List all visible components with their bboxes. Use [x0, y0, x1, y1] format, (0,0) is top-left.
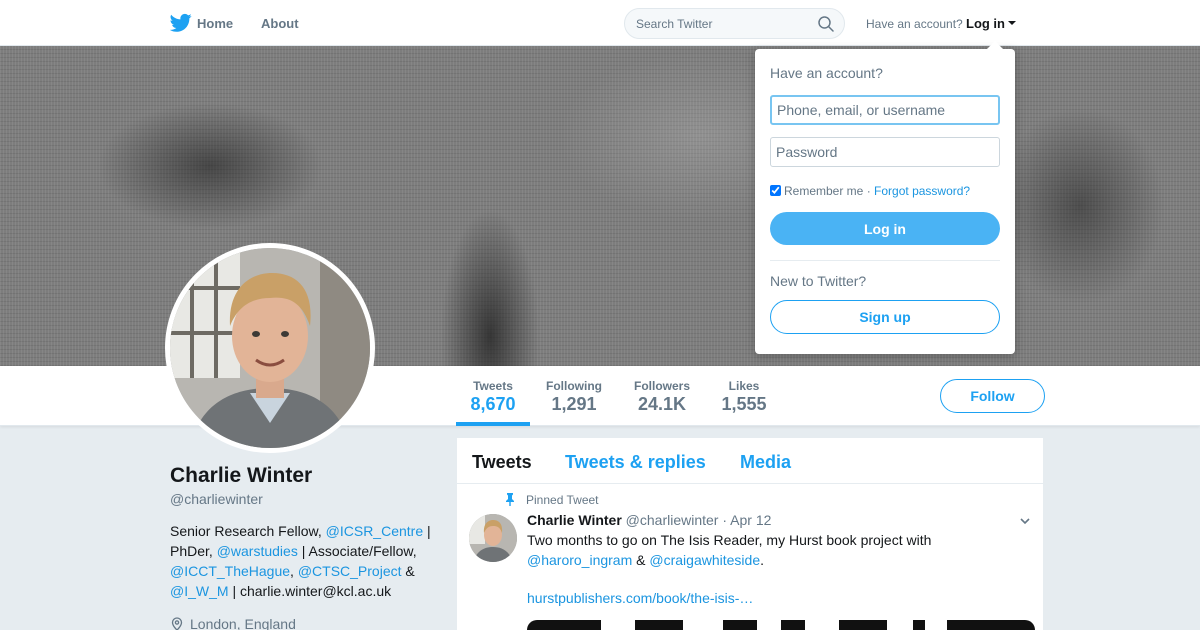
nav-about-link[interactable]: About — [261, 16, 299, 31]
bio-mention-link[interactable]: @warstudies — [217, 543, 298, 559]
tweet-date[interactable]: Apr 12 — [730, 512, 771, 528]
profile-location: London, England — [170, 616, 296, 630]
tweet-text-part: . — [760, 552, 764, 568]
dropdown-title: Have an account? — [770, 65, 883, 81]
caret-down-icon[interactable] — [1008, 21, 1016, 25]
tweet-author-name[interactable]: Charlie Winter — [527, 512, 622, 528]
profile-bio: Senior Research Fellow, @ICSR_Centre | P… — [170, 521, 440, 601]
avatar-portrait-image — [170, 248, 370, 448]
bio-text: , — [290, 563, 298, 579]
tweet-url-link[interactable]: hurstpublishers.com/book/the-isis-… — [527, 590, 753, 606]
login-button[interactable]: Log in — [770, 212, 1000, 245]
tweet-author-handle[interactable]: @charliewinter — [626, 512, 719, 528]
forgot-password-link[interactable]: Forgot password? — [874, 184, 970, 198]
bio-mention-link[interactable]: @ICSR_Centre — [326, 523, 423, 539]
tab-tweets-and-replies[interactable]: Tweets & replies — [565, 452, 706, 473]
bio-text: | charlie.winter@kcl.ac.uk — [228, 583, 392, 599]
tweet-media-preview[interactable] — [527, 620, 1035, 630]
tweet-avatar-image — [469, 514, 517, 562]
remember-me-checkbox[interactable] — [770, 185, 781, 196]
bio-mention-link[interactable]: @ICCT_TheHague — [170, 563, 290, 579]
profile-avatar[interactable] — [165, 243, 375, 453]
tweet-text-part: Two months to go on The Isis Reader, my … — [527, 532, 932, 548]
search-box — [624, 8, 845, 39]
top-navigation-bar: Home About Have an account? Log in — [0, 0, 1200, 46]
stat-label: Likes — [728, 379, 760, 393]
signup-button[interactable]: Sign up — [770, 300, 1000, 334]
remember-separator: · — [866, 184, 871, 198]
remember-row: Remember me · Forgot password? — [770, 184, 970, 198]
tab-media[interactable]: Media — [740, 452, 791, 473]
stat-value: 1,555 — [721, 394, 767, 414]
stat-label: Following — [546, 379, 602, 393]
pushpin-icon — [506, 493, 514, 506]
tweet-menu-chevron-icon[interactable] — [1020, 518, 1030, 525]
stat-value: 24.1K — [637, 394, 687, 414]
timeline-tabs: Tweets Tweets & replies Media — [457, 438, 1043, 484]
stat-label: Tweets — [473, 379, 513, 393]
profile-handle[interactable]: @charliewinter — [170, 491, 263, 507]
remember-me-label[interactable]: Remember me — [784, 184, 863, 198]
twitter-bird-icon[interactable] — [170, 13, 192, 33]
bio-text: Senior Research Fellow, — [170, 523, 326, 539]
tweet-text-part: & — [632, 552, 650, 568]
search-input[interactable] — [636, 15, 806, 33]
login-dropdown-toggle[interactable]: Log in — [966, 16, 1005, 31]
pinned-tweet-label: Pinned Tweet — [526, 493, 599, 507]
tweet-header: Charlie Winter @charliewinter · Apr 12 — [527, 512, 771, 528]
profile-name[interactable]: Charlie Winter — [170, 464, 312, 488]
bio-text: | Associate/Fellow, — [297, 543, 417, 559]
stat-tweets[interactable]: Tweets 8,670 — [456, 366, 530, 426]
login-dropdown: Have an account? Remember me · Forgot pa… — [755, 41, 1015, 354]
bio-text: & — [401, 563, 415, 579]
nav-home-link[interactable]: Home — [197, 16, 233, 31]
search-icon[interactable] — [818, 16, 834, 32]
tweet-avatar[interactable] — [469, 514, 517, 562]
follow-button[interactable]: Follow — [940, 379, 1045, 413]
password-field[interactable] — [770, 137, 1000, 167]
tweet-mention-link[interactable]: @craigawhiteside — [649, 552, 760, 568]
timeline: Tweets Tweets & replies Media Pinned Twe… — [456, 437, 1044, 630]
username-field[interactable] — [770, 95, 1000, 125]
stat-following[interactable]: Following 1,291 — [540, 366, 608, 426]
new-to-twitter-text: New to Twitter? — [770, 273, 867, 289]
stat-followers[interactable]: Followers 24.1K — [628, 366, 696, 426]
tweet-separator: · — [722, 512, 728, 528]
stat-value: 1,291 — [551, 394, 597, 414]
location-pin-icon — [171, 617, 183, 630]
tweet-text: Two months to go on The Isis Reader, my … — [527, 530, 997, 570]
have-account-text: Have an account? — [866, 17, 963, 31]
dropdown-arrow — [987, 41, 1003, 49]
tab-tweets[interactable]: Tweets — [472, 452, 532, 473]
stat-likes[interactable]: Likes 1,555 — [716, 366, 772, 426]
bio-mention-link[interactable]: @I_W_M — [170, 583, 229, 599]
stat-value: 8,670 — [470, 394, 516, 414]
stat-label: Followers — [633, 379, 690, 393]
bio-mention-link[interactable]: @CTSC_Project — [298, 563, 402, 579]
tweet-mention-link[interactable]: @haroro_ingram — [527, 552, 632, 568]
location-text: London, England — [190, 616, 296, 630]
dropdown-divider — [770, 260, 1000, 261]
